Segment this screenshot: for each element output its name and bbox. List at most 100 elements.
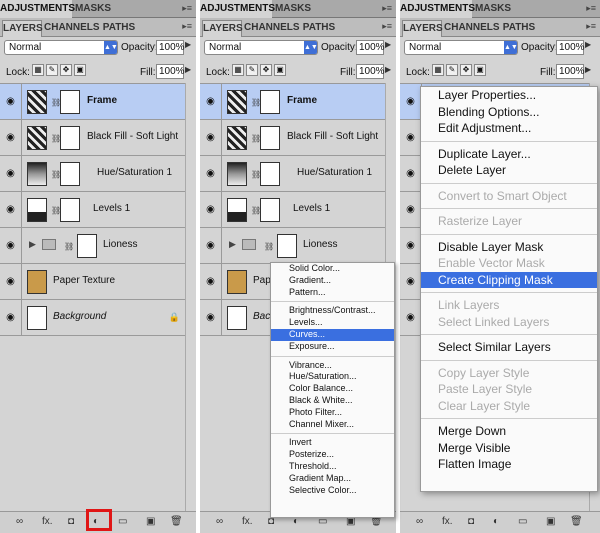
context-menu-item[interactable]: Disable Layer Mask	[421, 239, 597, 256]
context-menu-item[interactable]: Edit Adjustment...	[421, 120, 597, 137]
layer-thumbnail[interactable]	[27, 306, 47, 330]
tab-layers[interactable]: LAYERS	[202, 20, 243, 37]
lock-brush-icon[interactable]: ✎	[246, 64, 258, 77]
layer-row[interactable]: ◉⛓Levels 1	[200, 192, 396, 228]
eye-icon[interactable]: ◉	[200, 228, 222, 263]
menu-item[interactable]: Curves...	[271, 328, 394, 341]
menu-item[interactable]: Selective Color...	[271, 485, 394, 497]
eye-icon[interactable]: ◉	[200, 84, 222, 119]
eye-icon[interactable]: ◉	[0, 228, 22, 263]
tab-layers[interactable]: LAYERS	[402, 20, 443, 37]
opacity-input[interactable]: 100%	[556, 40, 585, 55]
lock-all-icon[interactable]: ▣	[474, 64, 486, 77]
opacity-dropdown-icon[interactable]: ▶	[385, 40, 391, 49]
menu-item[interactable]: Black & White...	[271, 395, 394, 407]
opacity-dropdown-icon[interactable]: ▶	[585, 40, 591, 49]
menu-item[interactable]: Color Balance...	[271, 383, 394, 395]
layer-row[interactable]: ◉⛓Frame	[200, 84, 396, 120]
context-menu-item[interactable]: Flatten Image	[421, 456, 597, 473]
eye-icon[interactable]: ◉	[400, 300, 422, 335]
eye-icon[interactable]: ◉	[200, 300, 222, 335]
layer-row[interactable]: ◉ ▶ ⛓ Lioness	[0, 228, 196, 264]
menu-item[interactable]: Hue/Saturation...	[271, 371, 394, 383]
expand-triangle-icon[interactable]: ▶	[29, 239, 36, 250]
tab-masks[interactable]: MASKS	[472, 0, 514, 18]
lock-move-icon[interactable]: ✥	[460, 64, 472, 77]
eye-icon[interactable]: ◉	[400, 264, 422, 299]
layer-thumbnail[interactable]	[27, 198, 47, 222]
menu-item[interactable]: Posterize...	[271, 449, 394, 461]
fx-icon[interactable]: fx.	[442, 516, 453, 527]
new-layer-icon[interactable]: ▣	[146, 516, 155, 527]
context-menu-item[interactable]: Duplicate Layer...	[421, 146, 597, 163]
layer-thumbnail[interactable]	[227, 198, 247, 222]
fill-input[interactable]: 100%	[556, 64, 585, 79]
eye-icon[interactable]: ◉	[400, 228, 422, 263]
blend-mode-select[interactable]: Normal ▲▼	[204, 40, 318, 55]
panel-menu-icon[interactable]: ▸≡	[382, 21, 392, 32]
context-menu-item[interactable]: Create Clipping Mask	[421, 271, 597, 288]
layer-mask-thumbnail[interactable]	[277, 234, 297, 258]
tab-masks[interactable]: MASKS	[72, 0, 114, 18]
adjustment-icon[interactable]: ◐	[493, 516, 499, 527]
panel-menu-icon[interactable]: ▸≡	[382, 3, 392, 14]
link-icon[interactable]: ∞	[216, 516, 223, 527]
layer-row[interactable]: ◉⛓Black Fill - Soft Light	[200, 120, 396, 156]
new-layer-icon[interactable]: ▣	[546, 516, 555, 527]
fill-dropdown-icon[interactable]: ▶	[385, 65, 391, 74]
layer-row[interactable]: ◉⛓Frame	[0, 84, 196, 120]
tab-adjustments[interactable]: ADJUSTMENTS	[400, 0, 475, 18]
menu-item[interactable]: Exposure...	[271, 341, 394, 353]
lock-all-icon[interactable]: ▣	[74, 64, 86, 77]
layer-thumbnail[interactable]	[227, 126, 247, 150]
context-menu-item[interactable]: Layer Properties...	[421, 87, 597, 104]
layer-row[interactable]: ◉ Paper Texture	[0, 264, 196, 300]
menu-item[interactable]: Vibrance...	[271, 360, 394, 372]
link-icon[interactable]: ∞	[16, 516, 23, 527]
context-menu-item[interactable]: Merge Down	[421, 423, 597, 440]
blend-mode-select[interactable]: Normal ▲▼	[4, 40, 118, 55]
menu-item[interactable]: Levels...	[271, 317, 394, 329]
lock-transparent-icon[interactable]: ▦	[432, 64, 444, 77]
eye-icon[interactable]: ◉	[200, 120, 222, 155]
menu-item[interactable]: Pattern...	[271, 287, 394, 299]
lock-move-icon[interactable]: ✥	[260, 64, 272, 77]
tab-adjustments[interactable]: ADJUSTMENTS	[0, 0, 75, 18]
tab-layers[interactable]: LAYERS	[2, 20, 43, 37]
layer-thumbnail[interactable]	[227, 162, 247, 186]
eye-icon[interactable]: ◉	[200, 264, 222, 299]
layer-row[interactable]: ◉ ▶ ⛓ Lioness	[200, 228, 396, 264]
folder-icon[interactable]: ▭	[118, 516, 127, 527]
tab-channels[interactable]: CHANNELS	[444, 20, 500, 37]
context-menu-item[interactable]: Select Similar Layers	[421, 339, 597, 356]
eye-icon[interactable]: ◉	[0, 84, 22, 119]
layer-mask-thumbnail[interactable]	[60, 198, 80, 222]
layer-row[interactable]: ◉⛓Black Fill - Soft Light	[0, 120, 196, 156]
menu-item[interactable]: Threshold...	[271, 461, 394, 473]
mask-icon[interactable]: ◘	[68, 516, 74, 527]
layer-row[interactable]: ◉⛓Hue/Saturation 1	[200, 156, 396, 192]
panel-menu-icon[interactable]: ▸≡	[586, 3, 596, 14]
link-icon[interactable]: ∞	[416, 516, 423, 527]
layer-mask-thumbnail[interactable]	[60, 162, 80, 186]
eye-icon[interactable]: ◉	[200, 156, 222, 191]
tab-paths[interactable]: PATHS	[100, 20, 138, 37]
menu-item[interactable]: Gradient Map...	[271, 473, 394, 485]
context-menu-item[interactable]: Merge Visible	[421, 440, 597, 457]
menu-item[interactable]: Invert	[271, 437, 394, 449]
menu-item[interactable]: Brightness/Contrast...	[271, 305, 394, 317]
panel-menu-icon[interactable]: ▸≡	[182, 3, 192, 14]
trash-icon[interactable]: 🗑	[170, 516, 183, 527]
eye-icon[interactable]: ◉	[0, 192, 22, 227]
eye-icon[interactable]: ◉	[200, 192, 222, 227]
folder-icon[interactable]: ▭	[518, 516, 527, 527]
context-menu-item[interactable]: Blending Options...	[421, 104, 597, 121]
lock-transparent-icon[interactable]: ▦	[232, 64, 244, 77]
lock-move-icon[interactable]: ✥	[60, 64, 72, 77]
layer-thumbnail[interactable]	[27, 162, 47, 186]
lock-all-icon[interactable]: ▣	[274, 64, 286, 77]
layer-thumbnail[interactable]	[227, 306, 247, 330]
expand-triangle-icon[interactable]: ▶	[229, 239, 236, 250]
eye-icon[interactable]: ◉	[400, 156, 422, 191]
context-menu-item[interactable]: Delete Layer	[421, 162, 597, 179]
